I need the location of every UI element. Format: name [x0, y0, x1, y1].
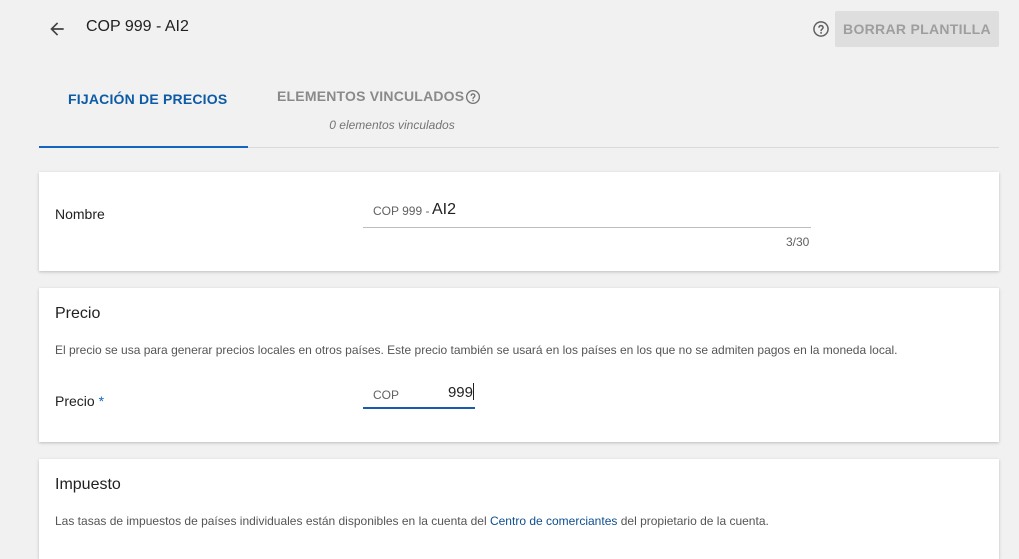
- back-button[interactable]: [42, 14, 72, 44]
- delete-template-button[interactable]: BORRAR PLANTILLA: [835, 11, 999, 47]
- tax-card-description: Las tasas de impuestos de países individ…: [55, 514, 769, 528]
- price-input[interactable]: COP 999: [363, 380, 475, 409]
- tab-linked-items[interactable]: ELEMENTOS VINCULADOS 0 elementos vincula…: [248, 60, 508, 148]
- tax-desc-before: Las tasas de impuestos de países individ…: [55, 514, 487, 528]
- text-caret: [473, 383, 474, 400]
- price-currency: COP: [373, 388, 400, 402]
- linked-items-help-button[interactable]: [464, 88, 482, 106]
- arrow-back-icon: [50, 22, 64, 36]
- linked-items-count: 0 elementos vinculados: [329, 118, 455, 132]
- name-label: Nombre: [55, 206, 105, 222]
- price-label-text: Precio: [55, 393, 95, 409]
- tab-pricing-label: FIJACIÓN DE PRECIOS: [68, 91, 228, 107]
- tax-desc-after: del propietario de la cuenta.: [620, 514, 769, 528]
- help-circle-icon: [813, 21, 829, 37]
- tax-card: Impuesto Las tasas de impuestos de paíse…: [39, 459, 999, 559]
- top-bar: COP 999 - AI2 BORRAR PLANTILLA: [0, 0, 1019, 57]
- name-value: AI2: [432, 201, 457, 218]
- price-card-title: Precio: [55, 305, 101, 322]
- name-card: Nombre COP 999 - AI2 3/30: [39, 172, 999, 271]
- merchant-center-link[interactable]: Centro de comerciantes: [490, 514, 617, 528]
- price-label: Precio *: [55, 393, 104, 409]
- required-marker: *: [98, 393, 105, 409]
- help-circle-icon: [465, 89, 481, 105]
- price-value: 999: [447, 384, 473, 401]
- price-card-description: El precio se usa para generar precios lo…: [55, 343, 898, 357]
- name-input[interactable]: COP 999 - AI2: [363, 197, 811, 228]
- tab-linked-items-label: ELEMENTOS VINCULADOS: [277, 88, 465, 104]
- help-button[interactable]: [811, 19, 831, 39]
- name-char-counter: 3/30: [786, 235, 810, 249]
- name-prefix: COP 999 -: [373, 204, 430, 218]
- tab-bar: FIJACIÓN DE PRECIOS ELEMENTOS VINCULADOS…: [39, 60, 999, 148]
- price-card: Precio El precio se usa para generar pre…: [39, 288, 999, 442]
- tax-card-title: Impuesto: [55, 476, 121, 493]
- page-title: COP 999 - AI2: [86, 18, 189, 35]
- tab-pricing[interactable]: FIJACIÓN DE PRECIOS: [39, 60, 248, 148]
